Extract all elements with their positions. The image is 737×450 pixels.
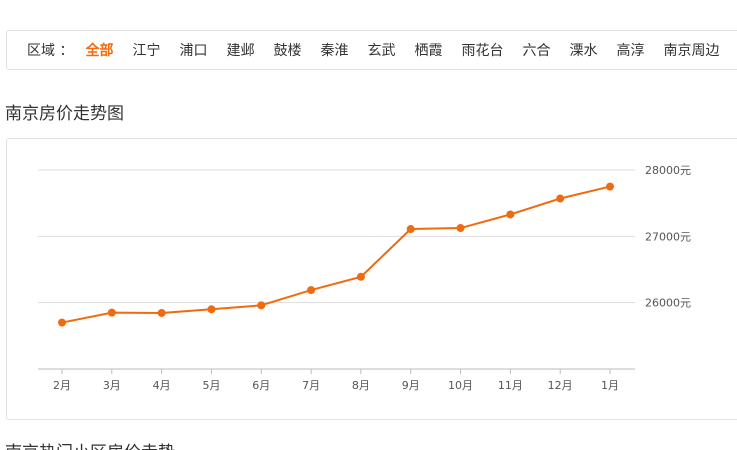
filter-item-5[interactable]: 秦淮 [320, 40, 348, 60]
filter-item-12[interactable]: 南京周边 [663, 40, 719, 60]
data-point-9 [506, 210, 515, 219]
data-point-4 [257, 301, 266, 310]
filter-item-1[interactable]: 江宁 [132, 40, 160, 60]
data-point-0 [58, 318, 66, 327]
section-title: 南京房价走势图 [5, 104, 124, 124]
x-tick-label-7: 9月 [402, 379, 420, 392]
x-tick-label-0: 2月 [53, 379, 71, 392]
filter-item-8[interactable]: 雨花台 [461, 40, 503, 60]
data-point-8 [456, 224, 465, 233]
data-point-1 [107, 308, 116, 317]
filter-item-7[interactable]: 栖霞 [414, 40, 442, 60]
filter-item-9[interactable]: 六合 [522, 40, 550, 60]
district-filter-bar: 区域 ： 全部 江宁 浦口 建邺 鼓楼 秦淮 玄武 栖霞 雨花台 六合 溧水 高淳 南京周边 [6, 30, 737, 70]
data-point-10 [556, 194, 565, 203]
data-point-6 [356, 272, 365, 281]
filter-items: 全部 江宁 浦口 建邺 鼓楼 秦淮 玄武 栖霞 雨花台 六合 溧水 高淳 南京周边 [85, 40, 737, 60]
page: 区域 ： 全部 江宁 浦口 建邺 鼓楼 秦淮 玄武 栖霞 雨花台 六合 溧水 高淳 南京周边 南京房价走… [0, 0, 737, 450]
filter-item-4[interactable]: 鼓楼 [273, 40, 301, 60]
filter-item-0[interactable]: 全部 [85, 40, 113, 60]
filter-label: 区域 ： [27, 43, 74, 59]
filter-item-11[interactable]: 高淳 [616, 40, 644, 60]
x-tick-label-9: 11月 [498, 379, 523, 392]
data-point-5 [307, 286, 316, 295]
x-tick-label-4: 6月 [252, 379, 270, 392]
filter-item-6[interactable]: 玄武 [367, 40, 395, 60]
x-tick-label-10: 12月 [548, 379, 573, 392]
price-trend-svg: 26000元 27000元 28000元 2月 3月 4月 5月 6月 7月 8月 9月 10月 11月… [38, 164, 691, 392]
data-point-3 [207, 305, 216, 314]
x-tick-label-11: 1月 [601, 379, 619, 392]
price-trend-chart: 26000元 27000元 28000元 2月 3月 4月 5月 6月 7月 8月 9月 10月 11月… [6, 138, 737, 420]
filter-item-10[interactable]: 溧水 [569, 40, 597, 60]
data-point-2 [157, 308, 166, 317]
x-tick-label-5: 7月 [302, 379, 320, 392]
y-tick-label-26000: 26000元 [645, 297, 691, 310]
data-point-7 [406, 225, 415, 234]
x-tick-label-1: 3月 [103, 379, 121, 392]
filter-item-2[interactable]: 浦口 [179, 40, 207, 60]
y-tick-label-27000: 27000元 [645, 230, 691, 243]
next-section-title: 南京热门小区房价走势 [5, 438, 175, 450]
x-tick-label-2: 4月 [153, 379, 171, 392]
x-tick-label-6: 8月 [352, 379, 370, 392]
data-point-11 [606, 182, 614, 191]
filter-item-3[interactable]: 建邺 [226, 40, 254, 60]
x-tick-label-8: 10月 [448, 379, 473, 392]
x-tick-label-3: 5月 [202, 379, 220, 392]
y-tick-label-28000: 28000元 [645, 164, 691, 177]
